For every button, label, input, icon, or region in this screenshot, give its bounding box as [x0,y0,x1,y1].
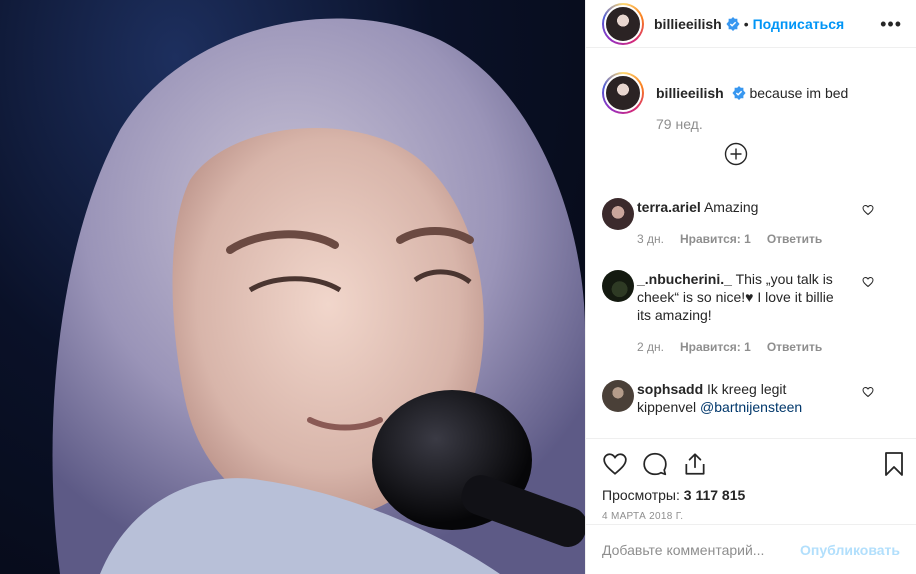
comment-bubble-icon[interactable] [642,451,668,477]
share-icon[interactable] [682,451,708,477]
author-username[interactable]: billieeilish [654,16,722,32]
post-date[interactable]: 4 МАРТА 2018 Г. [602,511,900,522]
views-count[interactable]: Просмотры: 3 117 815 [602,487,900,503]
post-sidebar: billieeilish • Подписаться ••• billieeil… [585,0,916,574]
like-comment-heart-icon[interactable] [862,276,874,288]
comment-mention-link[interactable]: @bartnijensteen [700,399,802,415]
follow-button[interactable]: Подписаться [753,16,845,32]
comment-item: sophsadd Ik kreeg legit kippenvel @bartn… [602,380,902,416]
post-video[interactable] [0,0,585,574]
comment-username[interactable]: terra.ariel [637,199,701,215]
caption-username[interactable]: billieeilish [656,85,724,101]
publish-comment-button[interactable]: Опубликовать [800,542,900,558]
reply-button[interactable]: Ответить [767,340,822,354]
commenter-avatar[interactable] [602,270,634,302]
comment-time[interactable]: 3 дн. [637,232,664,246]
like-comment-heart-icon[interactable] [862,386,874,398]
comment-username[interactable]: sophsadd [637,381,703,397]
commenter-avatar[interactable] [602,198,634,230]
caption-author-avatar[interactable] [602,72,644,114]
caption: billieeilish because im bed 79 нед. [586,72,916,132]
comment-likes[interactable]: Нравится: 1 [680,340,751,354]
post-actions: Просмотры: 3 117 815 4 МАРТА 2018 Г. [586,438,916,522]
reply-button[interactable]: Ответить [767,232,822,246]
like-comment-heart-icon[interactable] [862,204,874,216]
views-value: 3 117 815 [683,487,746,503]
commenter-avatar[interactable] [602,380,634,412]
more-options-icon[interactable]: ••• [880,14,902,35]
caption-time[interactable]: 79 нед. [656,116,848,132]
comment-username[interactable]: _.nbucherini._ [637,271,732,287]
comment-time[interactable]: 2 дн. [637,340,664,354]
save-bookmark-icon[interactable] [882,451,906,477]
comment-item: terra.ariel Amazing 3 дн. Нравится: 1 От… [602,198,902,246]
comments-list[interactable]: billieeilish because im bed 79 нед. terr… [586,72,916,438]
video-frame-illustration [52,18,585,574]
author-avatar[interactable] [602,2,644,45]
verified-badge-icon [732,86,746,100]
load-more-comments-icon[interactable] [724,142,748,166]
comment-item: _.nbucherini._ This „you talk is cheek“ … [602,270,902,354]
separator-dot: • [743,15,749,32]
verified-badge-icon [726,16,740,31]
comment-input[interactable] [602,541,801,558]
caption-text: because im bed [749,85,849,101]
comment-composer: Опубликовать [586,524,916,574]
comment-text: Amazing [703,199,759,215]
post-header: billieeilish • Подписаться ••• [586,0,916,48]
views-label: Просмотры: [602,487,680,503]
comment-likes[interactable]: Нравится: 1 [680,232,751,246]
like-heart-icon[interactable] [602,451,628,477]
